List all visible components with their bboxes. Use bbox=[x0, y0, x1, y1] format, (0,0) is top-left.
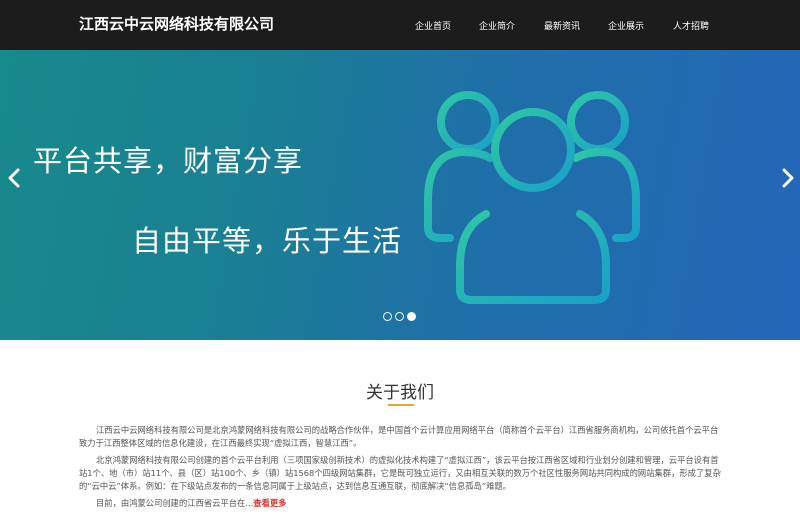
carousel-indicators bbox=[383, 312, 419, 324]
top-navigation-bar: 江西云中云网络科技有限公司 企业首页 企业简介 最新资讯 企业展示 人才招聘 bbox=[0, 0, 800, 50]
about-paragraph-2: 北京鸿蒙网络科技有限公司创建的首个云平台利用（三项国家级创新技术）的虚拟化技术构… bbox=[79, 455, 721, 491]
chevron-right-icon[interactable] bbox=[778, 167, 798, 189]
group-people-icon bbox=[424, 91, 640, 304]
about-paragraph-1: 江西云中云网络科技有限公司是北京鸿蒙网络科技有限公司的战略合作伙伴，是中国首个云… bbox=[79, 425, 719, 448]
read-more-link[interactable]: 查看更多 bbox=[253, 498, 286, 508]
title-underline bbox=[388, 404, 414, 406]
hero-banner: 平台共享，财富分享 自由平等，乐于生活 bbox=[0, 50, 800, 340]
banner-slogan-1: 平台共享，财富分享 bbox=[33, 144, 304, 178]
banner-slogan-2: 自由平等，乐于生活 bbox=[132, 224, 403, 258]
main-nav: 企业首页 企业简介 最新资讯 企业展示 人才招聘 bbox=[0, 19, 800, 33]
carousel-dot-3[interactable] bbox=[407, 312, 416, 321]
nav-item-about[interactable]: 企业简介 bbox=[479, 19, 515, 32]
carousel-dot-1[interactable] bbox=[383, 312, 392, 321]
chevron-left-icon[interactable] bbox=[4, 167, 24, 189]
about-section: 关于我们 江西云中云网络科技有限公司是北京鸿蒙网络科技有限公司的战略合作伙伴，是… bbox=[0, 340, 800, 525]
about-title: 关于我们 bbox=[366, 383, 434, 403]
about-paragraph-3-text: 目前，由鸿蒙公司创建的江西省云平台在... bbox=[96, 498, 254, 508]
carousel-dot-2[interactable] bbox=[395, 312, 404, 321]
nav-item-showcase[interactable]: 企业展示 bbox=[608, 19, 644, 32]
about-paragraph-3: 目前，由鸿蒙公司创建的江西省云平台在...查看更多 bbox=[79, 497, 723, 510]
nav-item-news[interactable]: 最新资讯 bbox=[544, 19, 580, 32]
nav-item-careers[interactable]: 人才招聘 bbox=[673, 19, 709, 32]
nav-item-home[interactable]: 企业首页 bbox=[415, 19, 451, 32]
